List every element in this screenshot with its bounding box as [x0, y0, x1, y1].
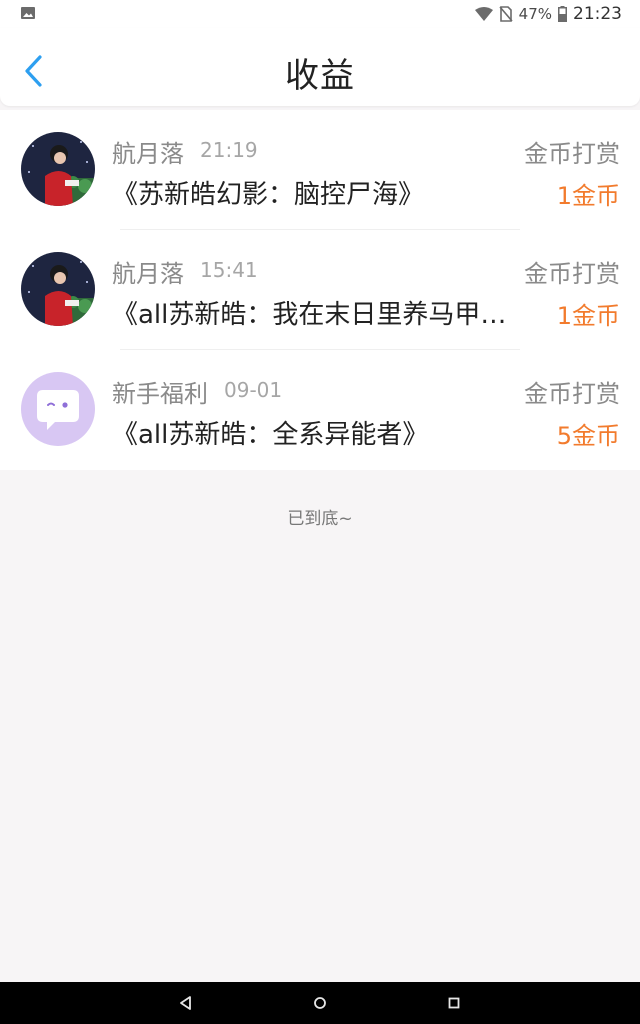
recents-square-icon[interactable]	[446, 995, 462, 1011]
end-of-list-text: 已到底~	[287, 509, 353, 529]
reward-type: 金币打赏	[524, 260, 620, 288]
reward-amount: 1金币	[556, 182, 620, 210]
sender-name: 航月落	[112, 260, 184, 288]
book-title: 《all苏新皓：我在末日里养马甲…	[112, 300, 507, 330]
app-header: 收益	[0, 28, 640, 106]
sender-name: 新手福利	[112, 380, 208, 408]
reward-time: 15:41	[200, 258, 258, 282]
book-title: 《all苏新皓：全系异能者》	[112, 420, 429, 450]
avatar-image	[21, 132, 95, 206]
sender-name: 航月落	[112, 140, 184, 168]
user-photo-avatar[interactable]	[21, 132, 95, 206]
earnings-list: 航月落 21:19 《苏新皓幻影：脑控尸海》 金币打赏 1金币 航月落 15:4…	[0, 110, 640, 470]
list-item[interactable]: 航月落 21:19 《苏新皓幻影：脑控尸海》 金币打赏 1金币	[0, 110, 640, 230]
list-item[interactable]: 新手福利 09-01 《all苏新皓：全系异能者》 金币打赏 5金币	[0, 350, 640, 470]
reward-type: 金币打赏	[524, 140, 620, 168]
page-title: 收益	[285, 56, 355, 96]
avatar-image	[21, 252, 95, 326]
battery-icon	[558, 6, 567, 22]
chat-bubble-avatar[interactable]	[21, 372, 95, 446]
reward-time: 09-01	[224, 378, 283, 402]
home-circle-icon[interactable]	[312, 995, 328, 1011]
reward-amount: 1金币	[556, 302, 620, 330]
navigation-bar	[0, 982, 640, 1024]
chat-bubble-icon	[21, 372, 95, 446]
book-title: 《苏新皓幻影：脑控尸海》	[112, 180, 425, 210]
list-item[interactable]: 航月落 15:41 《all苏新皓：我在末日里养马甲… 金币打赏 1金币	[0, 230, 640, 350]
wifi-icon	[474, 7, 493, 21]
status-icons: 47% 21:23	[474, 4, 622, 24]
user-photo-avatar[interactable]	[21, 252, 95, 326]
reward-time: 21:19	[200, 138, 258, 162]
reward-type: 金币打赏	[524, 380, 620, 408]
image-icon	[21, 7, 35, 19]
no-sim-icon	[499, 6, 513, 22]
clock: 21:23	[573, 4, 622, 24]
status-bar: 47% 21:23	[0, 0, 640, 28]
battery-percent: 47%	[518, 5, 552, 23]
back-triangle-icon[interactable]	[178, 995, 194, 1011]
reward-amount: 5金币	[556, 422, 620, 450]
